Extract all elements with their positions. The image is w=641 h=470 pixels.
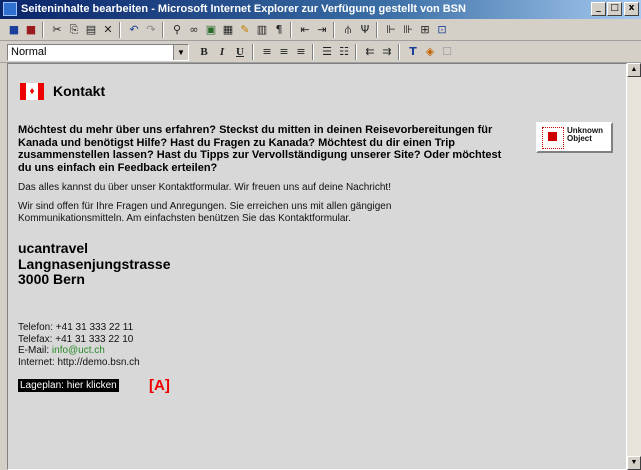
email-line: E-Mail: info@uct.ch: [18, 345, 140, 357]
maximize-button[interactable]: □: [607, 2, 622, 16]
toolbar-separator: [42, 22, 44, 38]
italic-button[interactable]: I: [214, 44, 230, 60]
email-link[interactable]: info@uct.ch: [52, 345, 105, 356]
ie-app-icon: [3, 2, 17, 16]
page-heading: Kontakt: [53, 83, 106, 99]
style-select-value: Normal: [11, 46, 47, 58]
align-center-icon[interactable]: ≡: [276, 44, 292, 60]
indent-icon[interactable]: ⇉: [379, 44, 395, 60]
paragraph-icon[interactable]: ¶: [271, 22, 287, 38]
bullet-list-icon[interactable]: ☷: [336, 44, 352, 60]
undo-icon[interactable]: ↶: [126, 22, 142, 38]
canada-flag-icon: ♦: [20, 83, 44, 100]
bold-button[interactable]: B: [196, 44, 212, 60]
cut-icon[interactable]: ✂: [49, 22, 65, 38]
communication-paragraph: Wir sind offen für Ihre Fragen und Anreg…: [18, 201, 392, 224]
properties-icon[interactable]: ☐: [439, 44, 455, 60]
edit-icon[interactable]: ✎: [237, 22, 253, 38]
align-left-icon[interactable]: ≡: [259, 44, 275, 60]
unknown-object-icon: [542, 127, 564, 149]
email-label: E-Mail:: [18, 345, 52, 356]
unknown-object-label: Unknown Object: [567, 126, 603, 143]
background-color-icon[interactable]: ◈: [422, 44, 438, 60]
toolbar-separator: [333, 22, 335, 38]
close-button[interactable]: x: [624, 2, 639, 16]
toolbar-separator: [312, 44, 314, 60]
window-titlebar: Seiteninhalte bearbeiten - Microsoft Int…: [0, 0, 641, 19]
outdent-icon[interactable]: ⇇: [362, 44, 378, 60]
address-block: ucantravel Langnasenjungstrasse 3000 Ber…: [18, 240, 171, 288]
intro-paragraph: Möchtest du mehr über uns erfahren? Stec…: [18, 124, 502, 174]
toolbar-separator: [252, 44, 254, 60]
source-icon[interactable]: ▥: [254, 22, 270, 38]
insert-column-left-icon[interactable]: ⇤: [297, 22, 313, 38]
company-name: ucantravel: [18, 240, 89, 256]
unknown-object-placeholder[interactable]: Unknown Object: [536, 122, 613, 153]
split-cell-icon[interactable]: Ψ: [357, 22, 373, 38]
numbered-list-icon[interactable]: ☰: [319, 44, 335, 60]
city-address: 3000 Bern: [18, 271, 85, 287]
chevron-down-icon[interactable]: ▼: [173, 45, 188, 60]
save-close-icon[interactable]: ■: [23, 22, 39, 38]
save-icon[interactable]: ■: [6, 22, 22, 38]
toolbar-separator: [398, 44, 400, 60]
find-icon[interactable]: ⚲: [169, 22, 185, 38]
table-properties-icon[interactable]: ⊡: [434, 22, 450, 38]
window-title: Seiteninhalte bearbeiten - Microsoft Int…: [21, 3, 466, 15]
toolbar-separator: [162, 22, 164, 38]
editor-toolbar-main: ■ ■ ✂ ⎘ ▤ ✕ ↶ ↷ ⚲ ∞ ▣ ▦ ✎ ▥ ¶ ⇤ ⇥ ⫛ Ψ ⊩ …: [0, 19, 641, 41]
paste-icon[interactable]: ▤: [83, 22, 99, 38]
insert-row-icon[interactable]: ⊩: [383, 22, 399, 38]
merge-cells-icon[interactable]: ⊞: [417, 22, 433, 38]
image-icon[interactable]: ▣: [203, 22, 219, 38]
toolbar-separator: [355, 44, 357, 60]
link-icon[interactable]: ∞: [186, 22, 202, 38]
insert-row-below-icon[interactable]: ⊪: [400, 22, 416, 38]
scroll-up-icon[interactable]: ▲: [627, 63, 641, 77]
table-icon[interactable]: ▦: [220, 22, 236, 38]
street-address: Langnasenjungstrasse: [18, 255, 171, 272]
phone-line: Telefon: +41 31 333 22 11: [18, 322, 134, 333]
delete-column-icon[interactable]: ⫛: [340, 22, 356, 38]
vertical-scrollbar[interactable]: ▲ ▼: [627, 63, 641, 470]
minimize-button[interactable]: _: [591, 2, 606, 16]
copy-icon[interactable]: ⎘: [66, 22, 82, 38]
lageplan-link[interactable]: Lageplan: hier klicken: [18, 379, 119, 392]
paragraph-style-select[interactable]: Normal ▼: [7, 44, 189, 61]
annotation-marker: [A]: [149, 377, 170, 394]
scroll-down-icon[interactable]: ▼: [627, 456, 641, 470]
contact-details: Telefon: +41 31 333 22 11 Telefax: +41 3…: [18, 322, 140, 368]
text-color-icon[interactable]: T: [405, 44, 421, 60]
insert-column-right-icon[interactable]: ⇥: [314, 22, 330, 38]
fax-line: Telefax: +41 31 333 22 10: [18, 333, 134, 345]
toolbar-separator: [119, 22, 121, 38]
editor-toolbar-format: Normal ▼ B I U ≡ ≡ ≡ ☰ ☷ ⇇ ⇉ T ◈ ☐: [0, 41, 641, 63]
toolbar-separator: [376, 22, 378, 38]
internet-line: Internet: http://demo.bsn.ch: [18, 356, 140, 368]
delete-icon[interactable]: ✕: [100, 22, 116, 38]
align-right-icon[interactable]: ≡: [293, 44, 309, 60]
contact-form-paragraph: Das alles kannst du über unser Kontaktfo…: [18, 182, 391, 193]
underline-button[interactable]: U: [232, 44, 248, 60]
toolbar-separator: [290, 22, 292, 38]
redo-icon[interactable]: ↷: [143, 22, 159, 38]
content-editor[interactable]: ♦ Kontakt Möchtest du mehr über uns erfa…: [7, 63, 627, 470]
